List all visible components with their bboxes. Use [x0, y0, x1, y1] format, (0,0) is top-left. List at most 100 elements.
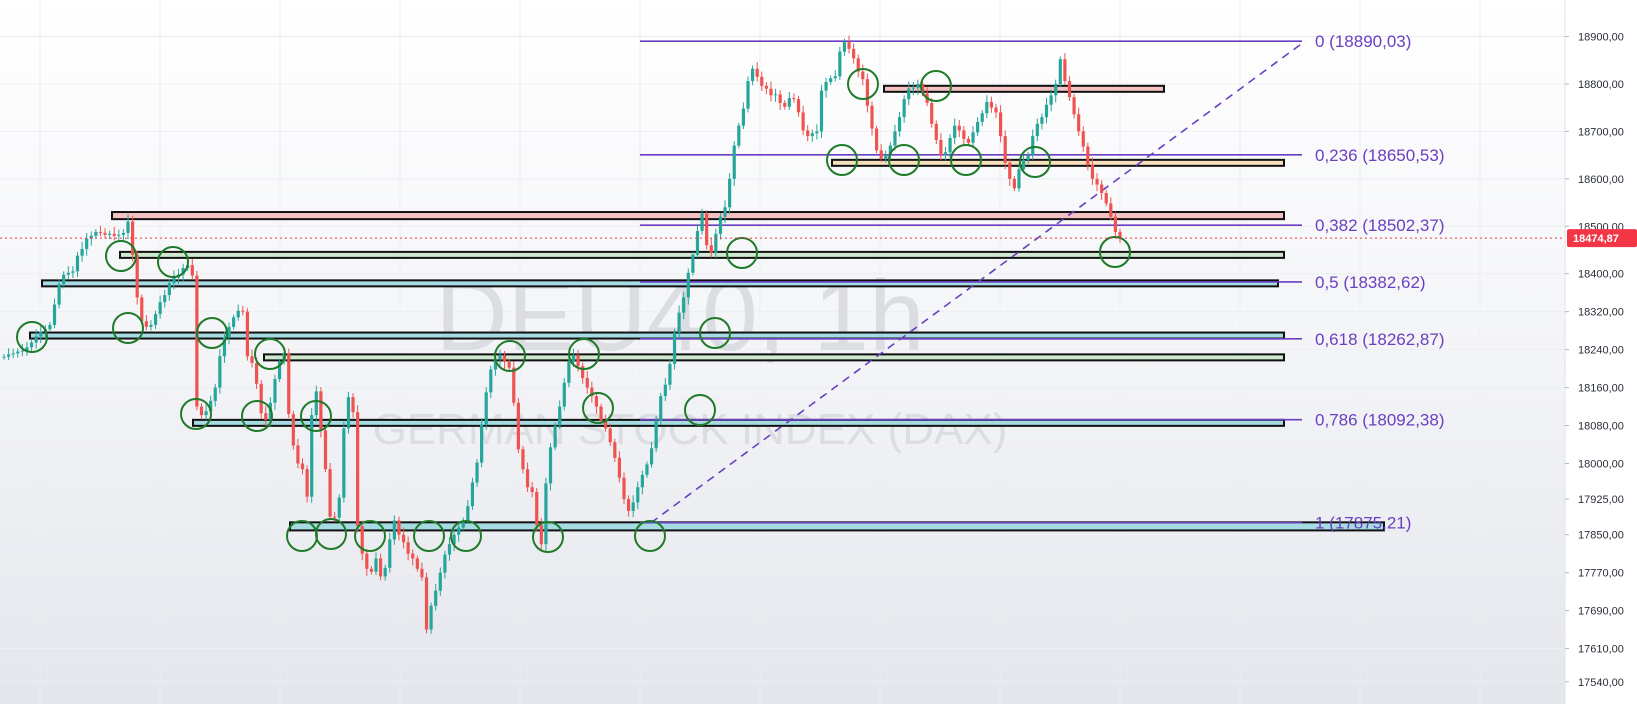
- candle-body: [907, 88, 911, 100]
- fib-label-0,5: 0,5 (18382,62): [1315, 273, 1426, 292]
- candle-body: [985, 101, 989, 114]
- candle-body: [2, 356, 6, 358]
- candle-body: [126, 221, 130, 233]
- candle-body: [374, 558, 378, 572]
- candle-body: [1090, 164, 1095, 179]
- candle-body: [144, 321, 148, 327]
- candle-body: [957, 125, 961, 131]
- fib-layer: 0 (18890,03) 0,236 (18650,53) 0,382 (18502…: [640, 32, 1445, 533]
- candle-body: [874, 128, 879, 151]
- candle-body: [314, 391, 318, 416]
- candle-body: [121, 232, 126, 235]
- candle-body: [989, 101, 994, 108]
- candle-body: [576, 355, 580, 367]
- candle-body: [71, 271, 75, 273]
- candle-body: [783, 102, 787, 107]
- y-tick-label: 18240,00: [1578, 345, 1624, 357]
- candle-body: [149, 324, 153, 327]
- zone-support: [831, 158, 1285, 167]
- candle-body: [948, 138, 952, 153]
- candle-body: [323, 430, 328, 470]
- candle-body: [20, 350, 24, 352]
- y-tick-label: 18700,00: [1578, 126, 1624, 138]
- candle-body: [241, 310, 245, 312]
- candle-body: [677, 312, 681, 333]
- candle-body: [829, 78, 833, 83]
- fib-label-0,382: 0,382 (18502,37): [1315, 216, 1445, 235]
- candle-body: [916, 83, 920, 88]
- candle-body: [1081, 131, 1085, 147]
- candle-body: [764, 85, 768, 89]
- chart-container[interactable]: DEU40, 1h GERMAN STOCK INDEX (DAX) 0 (18…: [0, 0, 1637, 704]
- candle-body: [1063, 59, 1067, 82]
- candle-body: [911, 87, 915, 89]
- candle-body: [1031, 136, 1035, 156]
- candle-body: [879, 150, 883, 159]
- y-tick-label: 17850,00: [1578, 530, 1624, 542]
- candle-body: [801, 112, 805, 131]
- candle-body: [236, 310, 240, 318]
- candle-body: [705, 213, 709, 246]
- candle-body: [787, 98, 791, 107]
- candle-body: [939, 139, 943, 156]
- candle-body: [668, 363, 672, 385]
- candle-body: [415, 558, 419, 569]
- candle-body: [1040, 117, 1044, 124]
- candle-body: [902, 99, 906, 118]
- candle-body: [930, 102, 934, 124]
- y-tick-label: 18800,00: [1578, 79, 1624, 91]
- y-tick-label: 18080,00: [1578, 421, 1624, 433]
- candle-body: [342, 428, 346, 498]
- candle-body: [388, 539, 392, 568]
- zone-resistance: [111, 211, 1285, 221]
- candle-body: [66, 272, 70, 275]
- fib-label-0: 0 (18890,03): [1315, 32, 1411, 51]
- candle-body: [475, 462, 479, 483]
- candle-body: [842, 42, 847, 52]
- candle-body: [815, 131, 819, 134]
- candle-body: [424, 577, 429, 630]
- y-tick-label: 18900,00: [1578, 31, 1624, 43]
- candle-body: [16, 351, 20, 354]
- candle-body: [700, 213, 704, 232]
- candle-body: [750, 68, 755, 82]
- candle-body: [195, 275, 199, 407]
- candle-body: [1044, 104, 1049, 118]
- fib-label-0,618: 0,618 (18262,87): [1315, 330, 1445, 349]
- candle-body: [1017, 169, 1021, 189]
- candle-body: [1012, 178, 1016, 189]
- candle-body: [98, 231, 103, 233]
- candle-body: [1026, 155, 1030, 160]
- zone-support: [263, 353, 1285, 362]
- y-tick-label: 18320,00: [1578, 307, 1624, 319]
- candle-body: [356, 412, 360, 527]
- candle-body: [636, 487, 640, 503]
- candle-body: [1035, 123, 1039, 137]
- candle-body: [934, 123, 938, 140]
- candle-body: [480, 424, 484, 463]
- candle-body: [305, 469, 309, 497]
- candle-body: [512, 367, 516, 403]
- candle-body: [980, 113, 984, 122]
- candle-body: [167, 283, 171, 296]
- candle-body: [6, 354, 11, 357]
- candle-body: [163, 295, 167, 303]
- candle-body: [746, 81, 750, 109]
- candle-body: [613, 442, 617, 458]
- candle-body: [1100, 184, 1104, 194]
- y-tick-label: 17540,00: [1578, 677, 1624, 689]
- candle-body: [346, 397, 351, 429]
- candle-body: [438, 572, 442, 591]
- candle-body: [1008, 162, 1012, 179]
- y-tick-label: 18160,00: [1578, 383, 1624, 395]
- candle-body: [976, 121, 980, 133]
- candle-body: [502, 355, 507, 362]
- candle-body: [645, 464, 649, 475]
- candle-body: [521, 449, 525, 470]
- candle-body: [567, 361, 571, 383]
- candle-body: [117, 234, 121, 236]
- candle-body: [971, 132, 975, 143]
- candle-body: [865, 79, 870, 106]
- price-chart[interactable]: DEU40, 1h GERMAN STOCK INDEX (DAX) 0 (18…: [0, 0, 1637, 704]
- candle-body: [11, 353, 15, 355]
